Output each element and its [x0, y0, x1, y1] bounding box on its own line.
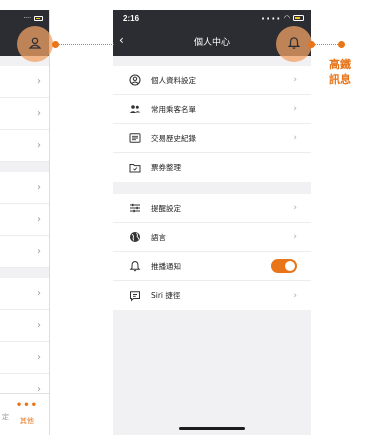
status-bar: 2:16 ···· ◠	[113, 10, 311, 28]
chevron-right-icon: ›	[293, 75, 297, 85]
left-group-2: › › ›	[0, 172, 49, 268]
menu-group-preferences: 提醒設定 › 語言 › 推播通知 Siri 捷徑 ›	[113, 194, 311, 310]
tab-other[interactable]: ••• 其他	[15, 400, 38, 426]
connector-dot	[52, 41, 59, 48]
callout-label: 高鐵 訊息	[329, 57, 351, 87]
menu-item-push-notifications: 推播通知	[113, 252, 311, 281]
sliders-icon	[130, 203, 140, 213]
left-list-row[interactable]: ›	[0, 204, 49, 236]
stage: ···· › › › › › › › › › › 定 ••• 其他 2:16 ·…	[0, 0, 367, 445]
left-battery-icon	[34, 15, 43, 21]
left-list-row[interactable]: ›	[0, 98, 49, 130]
home-indicator	[179, 427, 245, 430]
menu-item-language[interactable]: 語言 ›	[113, 223, 311, 252]
left-phone-screen: ···· › › › › › › › › › › 定 ••• 其他	[0, 10, 50, 435]
user-profile-icon[interactable]	[28, 36, 42, 50]
left-group-1: › › ›	[0, 66, 49, 162]
push-notification-toggle[interactable]	[271, 259, 297, 273]
chevron-right-icon: ›	[37, 76, 41, 87]
folder-ticket-icon	[129, 163, 141, 172]
menu-item-label: 常用乘客名單	[151, 104, 196, 114]
chevron-right-icon: ›	[293, 232, 297, 242]
connector-dot	[338, 41, 345, 48]
left-list-row[interactable]: ›	[0, 66, 49, 98]
page-title: 個人中心	[193, 37, 230, 48]
profile-screen: 2:16 ···· ◠ ‹ 個人中心 個人資料設定 › 常用乘客名單 › 交易歷…	[113, 10, 311, 435]
menu-item-profile-settings[interactable]: 個人資料設定 ›	[113, 66, 311, 95]
left-tab-bar: 定 ••• 其他	[0, 393, 49, 435]
menu-item-label: 推播通知	[151, 261, 181, 271]
status-icons: ···· ◠	[261, 10, 304, 28]
callout-line-1: 高鐵	[329, 58, 351, 71]
menu-group-account: 個人資料設定 › 常用乘客名單 › 交易歷史紀錄 › 票券整理	[113, 66, 311, 182]
left-list-row[interactable]: ›	[0, 342, 49, 374]
bell-icon[interactable]	[287, 36, 301, 50]
menu-item-label: 提醒設定	[151, 203, 181, 213]
chevron-right-icon: ›	[37, 288, 41, 299]
highlight-circle-user	[17, 26, 53, 62]
menu-item-frequent-passengers[interactable]: 常用乘客名單 ›	[113, 95, 311, 124]
users-icon	[129, 105, 141, 113]
chevron-right-icon: ›	[293, 133, 297, 143]
connector-line	[315, 44, 340, 45]
menu-item-label: 票券整理	[151, 163, 181, 172]
menu-item-ticket-organize[interactable]: 票券整理	[113, 153, 311, 182]
globe-icon	[130, 232, 140, 242]
chevron-right-icon: ›	[37, 140, 41, 151]
left-list-row[interactable]: ›	[0, 172, 49, 204]
left-signal-icon: ····	[23, 14, 31, 22]
left-list-row[interactable]: ›	[0, 236, 49, 268]
left-tab-stub-label: 定	[2, 413, 9, 421]
left-list-row[interactable]: ›	[0, 130, 49, 162]
highlight-circle-bell	[276, 26, 312, 62]
chevron-right-icon: ›	[37, 246, 41, 257]
chevron-right-icon: ›	[37, 182, 41, 193]
chevron-right-icon: ›	[37, 320, 41, 331]
chevron-right-icon: ›	[293, 104, 297, 114]
user-circle-icon	[129, 74, 141, 86]
wifi-icon: ◠	[283, 14, 290, 22]
menu-item-label: 語言	[151, 232, 166, 242]
menu-item-label: 交易歷史紀錄	[151, 133, 196, 143]
back-chevron-icon[interactable]: ‹	[119, 33, 124, 47]
status-time: 2:16	[123, 13, 140, 23]
menu-item-siri-shortcuts[interactable]: Siri 捷徑 ›	[113, 281, 311, 310]
left-group-3: › › › ›	[0, 278, 49, 406]
connector-line	[59, 44, 114, 45]
signal-icon: ····	[260, 10, 281, 28]
chevron-right-icon: ›	[37, 214, 41, 225]
menu-item-label: 個人資料設定	[151, 75, 196, 85]
left-list-row[interactable]: ›	[0, 278, 49, 310]
receipt-list-icon	[129, 133, 141, 143]
chevron-right-icon: ›	[293, 290, 297, 301]
chevron-right-icon: ›	[293, 203, 297, 213]
bell-icon	[129, 260, 141, 272]
tab-other-label: 其他	[19, 417, 34, 425]
left-status-bar: ····	[0, 10, 49, 26]
callout-line-2: 訊息	[329, 73, 351, 86]
menu-item-label: Siri 捷徑	[151, 291, 181, 300]
connector-dot	[308, 41, 315, 48]
more-dots-icon: •••	[15, 400, 38, 411]
left-list-row[interactable]: ›	[0, 310, 49, 342]
battery-icon	[293, 15, 304, 21]
menu-item-transaction-history[interactable]: 交易歷史紀錄 ›	[113, 124, 311, 153]
menu-item-reminder-settings[interactable]: 提醒設定 ›	[113, 194, 311, 223]
chevron-right-icon: ›	[37, 352, 41, 363]
chevron-right-icon: ›	[37, 108, 41, 119]
siri-chat-icon	[130, 290, 140, 301]
